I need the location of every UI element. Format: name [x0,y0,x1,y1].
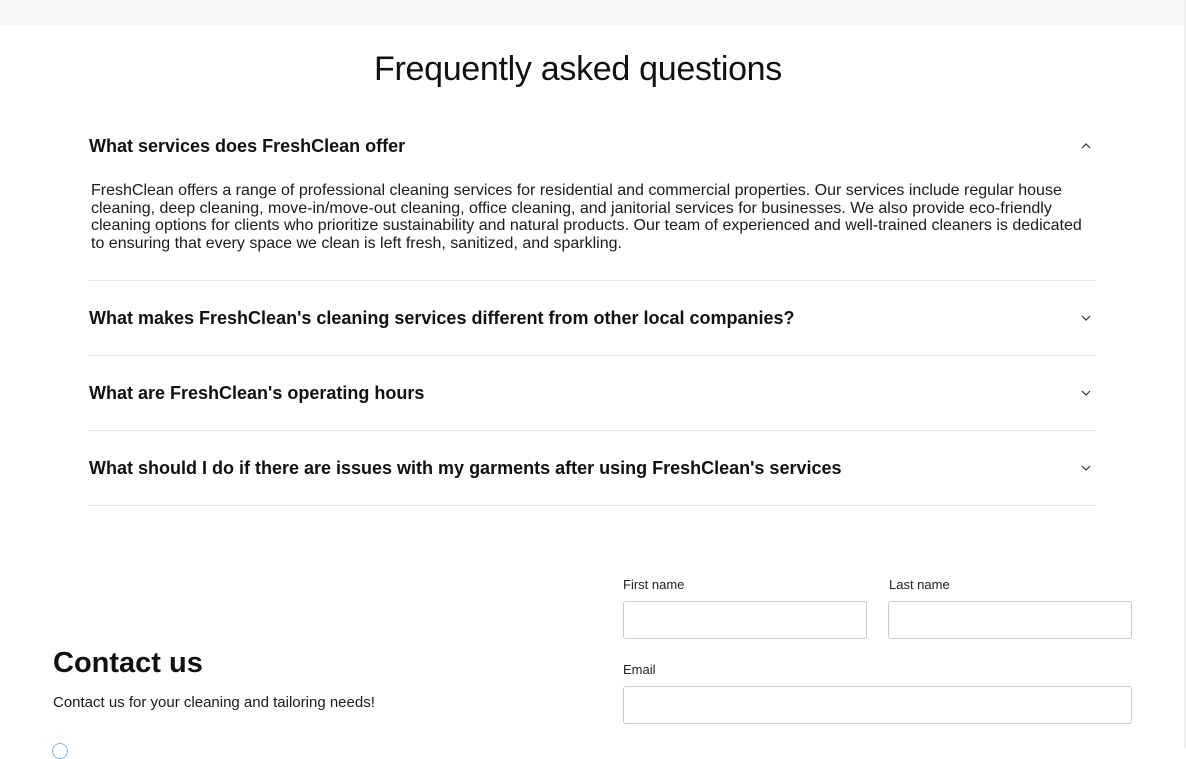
last-name-label: Last name [889,577,950,592]
faq-question-button[interactable]: What makes FreshClean's cleaning service… [89,281,1096,355]
faq-list: What services does FreshClean offer Fres… [89,120,1096,506]
chevron-up-icon[interactable] [1076,143,1096,149]
faq-question-button[interactable]: What are FreshClean's operating hours [89,356,1096,430]
faq-question-text: What should I do if there are issues wit… [89,457,842,478]
faq-question-text: What services does FreshClean offer [89,135,406,156]
contact-subtitle: Contact us for your cleaning and tailori… [53,694,375,711]
faq-item: What services does FreshClean offer Fres… [89,120,1096,281]
contact-title: Contact us [53,647,203,679]
top-strip [0,0,1186,25]
email-label: Email [623,662,656,677]
faq-item: What should I do if there are issues wit… [89,431,1096,506]
circle-icon [52,743,68,759]
chevron-down-icon[interactable] [1076,465,1096,471]
email-input[interactable] [623,686,1132,724]
first-name-label: First name [623,577,685,592]
faq-answer-text: FreshClean offers a range of professiona… [91,182,1082,252]
faq-question-button[interactable]: What should I do if there are issues wit… [89,431,1096,505]
faq-question-text: What are FreshClean's operating hours [89,382,425,403]
faq-question-button[interactable]: What services does FreshClean offer [89,120,1096,172]
faq-title: Frequently asked questions [373,50,782,88]
faq-question-text: What makes FreshClean's cleaning service… [89,307,795,328]
chevron-down-icon[interactable] [1076,390,1096,396]
last-name-input[interactable] [888,601,1132,639]
first-name-input[interactable] [623,601,867,639]
chevron-down-icon[interactable] [1076,315,1096,321]
faq-item: What makes FreshClean's cleaning service… [89,281,1096,356]
faq-item: What are FreshClean's operating hours [89,356,1096,431]
